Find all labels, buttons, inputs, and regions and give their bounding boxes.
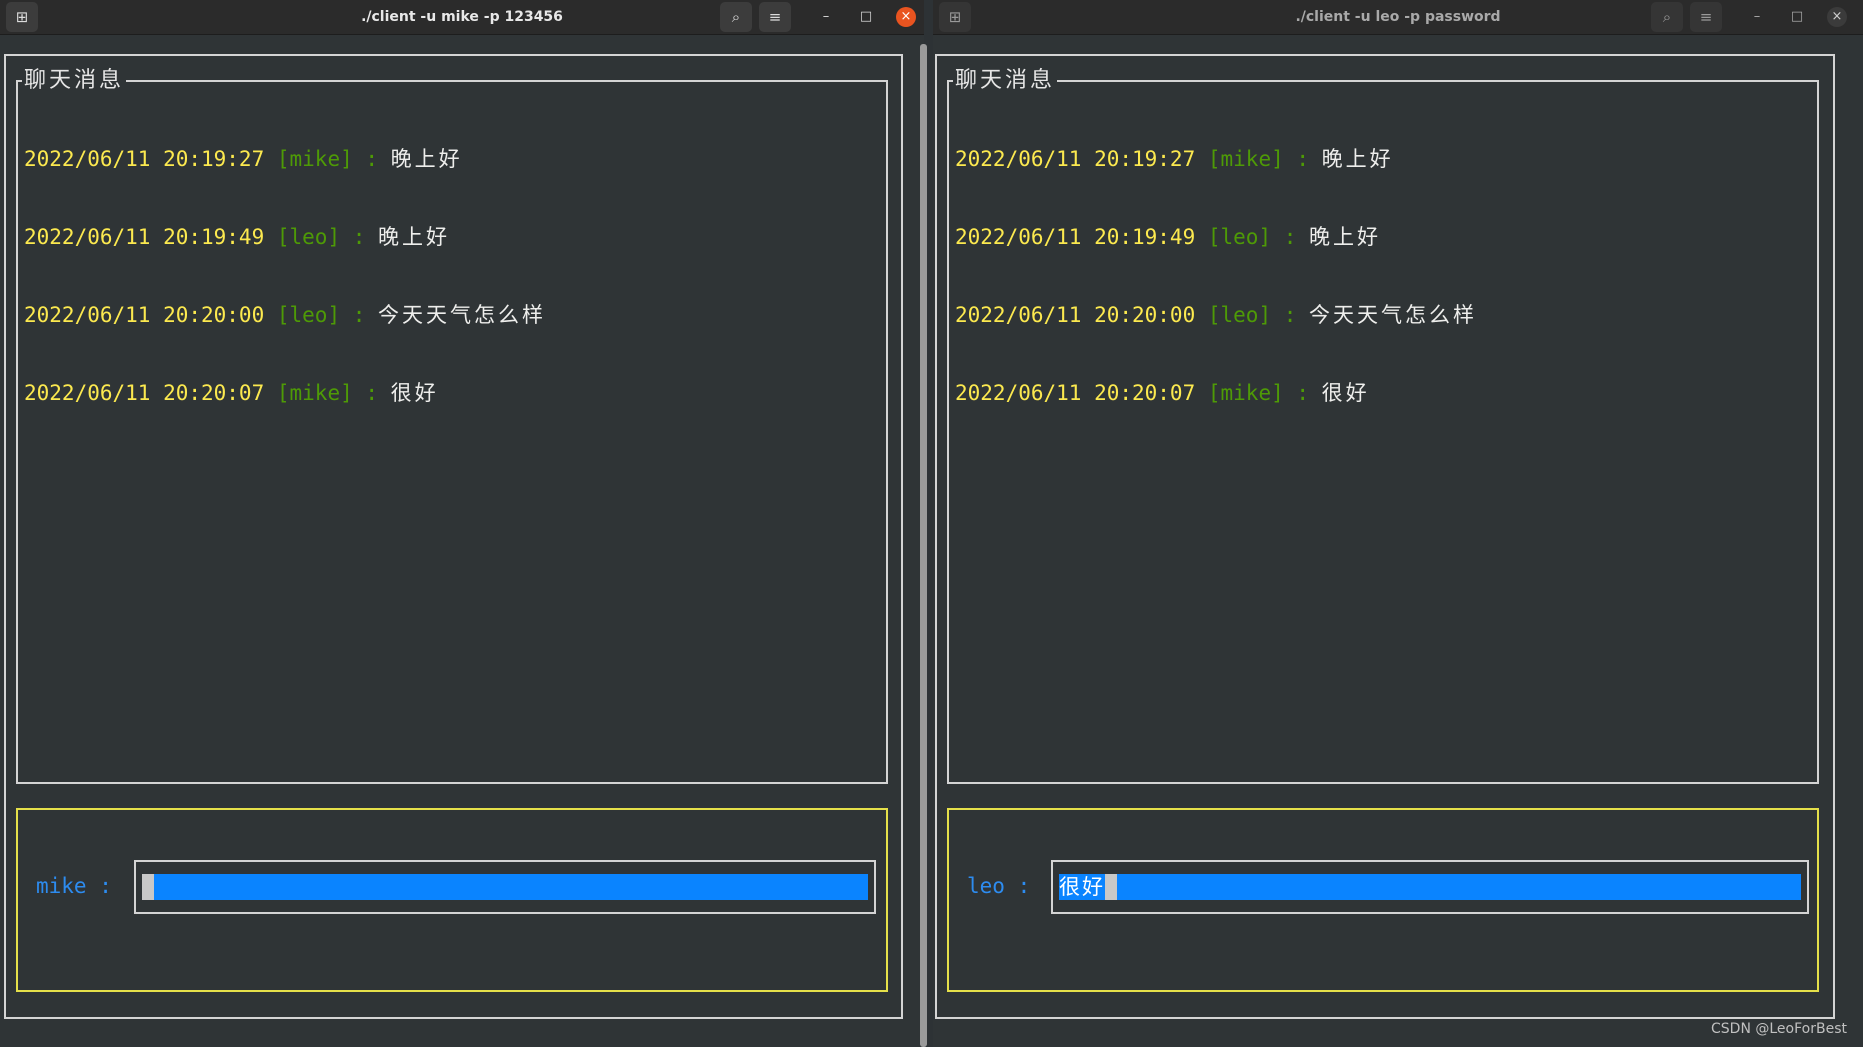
text-cursor xyxy=(142,874,154,900)
message-user: [leo] xyxy=(276,225,341,249)
message-text: 很好 xyxy=(1321,381,1370,405)
minimize-icon[interactable]: – xyxy=(1747,7,1767,27)
message-user: [leo] xyxy=(1207,225,1272,249)
window-title: ./client -u leo -p password xyxy=(1295,9,1501,25)
message-input-frame xyxy=(134,860,876,914)
message-separator: : xyxy=(352,381,391,405)
message-separator: : xyxy=(1283,381,1322,405)
maximize-icon[interactable]: □ xyxy=(856,7,876,27)
message-list: 2022/06/11 20:19:27 [mike] : 晚上好 2022/06… xyxy=(955,94,1811,458)
message-separator: : xyxy=(340,303,379,327)
chat-panel: 聊天消息 2022/06/11 20:19:27 [mike] : 晚上好 20… xyxy=(16,68,888,784)
minimize-icon[interactable]: – xyxy=(816,7,836,27)
terminal-window-mike[interactable]: ⊞ ./client -u mike -p 123456 ⌕ ≡ – □ × 聊… xyxy=(0,0,924,1047)
message-timestamp: 2022/06/11 20:20:00 xyxy=(955,303,1196,327)
message-row: 2022/06/11 20:20:00 [leo] : 今天天气怎么样 xyxy=(955,302,1811,328)
message-timestamp: 2022/06/11 20:20:07 xyxy=(24,381,265,405)
message-input[interactable] xyxy=(142,874,868,900)
hamburger-menu-icon[interactable]: ≡ xyxy=(1690,2,1722,32)
chat-panel-title: 聊天消息 xyxy=(22,68,127,94)
message-separator: : xyxy=(1271,303,1310,327)
message-text: 今天天气怎么样 xyxy=(1309,303,1478,327)
message-timestamp: 2022/06/11 20:19:27 xyxy=(24,147,265,171)
input-panel: leo : 很好 xyxy=(947,808,1819,992)
search-icon[interactable]: ⌕ xyxy=(1651,2,1683,32)
message-user: [leo] xyxy=(1207,303,1272,327)
message-timestamp: 2022/06/11 20:19:49 xyxy=(955,225,1196,249)
message-timestamp: 2022/06/11 20:20:00 xyxy=(24,303,265,327)
message-text: 晚上好 xyxy=(1309,225,1382,249)
message-separator: : xyxy=(352,147,391,171)
window-divider[interactable] xyxy=(920,44,927,1047)
message-text: 很好 xyxy=(390,381,439,405)
message-user: [mike] xyxy=(1207,381,1284,405)
input-prompt-label: leo : xyxy=(967,874,1031,898)
message-timestamp: 2022/06/11 20:19:49 xyxy=(24,225,265,249)
titlebar[interactable]: ⊞ ./client -u mike -p 123456 ⌕ ≡ – □ × xyxy=(0,0,924,35)
input-panel: mike : xyxy=(16,808,888,992)
chat-panel: 聊天消息 2022/06/11 20:19:27 [mike] : 晚上好 20… xyxy=(947,68,1819,784)
message-input-frame: 很好 xyxy=(1051,860,1809,914)
message-timestamp: 2022/06/11 20:19:27 xyxy=(955,147,1196,171)
message-input[interactable]: 很好 xyxy=(1059,874,1801,900)
terminal-window-leo[interactable]: ⊞ ./client -u leo -p password ⌕ ≡ – □ × … xyxy=(933,0,1863,1047)
watermark: CSDN @LeoForBest xyxy=(1711,1021,1847,1037)
input-prompt-label: mike : xyxy=(36,874,112,898)
close-icon[interactable]: × xyxy=(896,7,916,27)
search-icon[interactable]: ⌕ xyxy=(720,2,752,32)
message-list: 2022/06/11 20:19:27 [mike] : 晚上好 2022/06… xyxy=(24,94,880,458)
message-row: 2022/06/11 20:19:27 [mike] : 晚上好 xyxy=(955,146,1811,172)
message-row: 2022/06/11 20:19:49 [leo] : 晚上好 xyxy=(24,224,880,250)
message-text: 今天天气怎么样 xyxy=(378,303,547,327)
text-cursor xyxy=(1105,874,1117,900)
message-user: [mike] xyxy=(276,147,353,171)
chat-panel-title: 聊天消息 xyxy=(953,68,1058,94)
close-icon[interactable]: × xyxy=(1827,7,1847,27)
message-row: 2022/06/11 20:20:07 [mike] : 很好 xyxy=(955,380,1811,406)
message-row: 2022/06/11 20:19:27 [mike] : 晚上好 xyxy=(24,146,880,172)
message-row: 2022/06/11 20:19:49 [leo] : 晚上好 xyxy=(955,224,1811,250)
input-value: 很好 xyxy=(1059,875,1105,899)
hamburger-menu-icon[interactable]: ≡ xyxy=(759,2,791,32)
message-text: 晚上好 xyxy=(1321,147,1394,171)
message-timestamp: 2022/06/11 20:20:07 xyxy=(955,381,1196,405)
message-text: 晚上好 xyxy=(390,147,463,171)
message-separator: : xyxy=(340,225,379,249)
message-row: 2022/06/11 20:20:07 [mike] : 很好 xyxy=(24,380,880,406)
message-user: [leo] xyxy=(276,303,341,327)
message-row: 2022/06/11 20:20:00 [leo] : 今天天气怎么样 xyxy=(24,302,880,328)
message-text: 晚上好 xyxy=(378,225,451,249)
message-user: [mike] xyxy=(1207,147,1284,171)
message-user: [mike] xyxy=(276,381,353,405)
titlebar[interactable]: ⊞ ./client -u leo -p password ⌕ ≡ – □ × xyxy=(933,0,1863,35)
message-separator: : xyxy=(1271,225,1310,249)
maximize-icon[interactable]: □ xyxy=(1787,7,1807,27)
message-separator: : xyxy=(1283,147,1322,171)
